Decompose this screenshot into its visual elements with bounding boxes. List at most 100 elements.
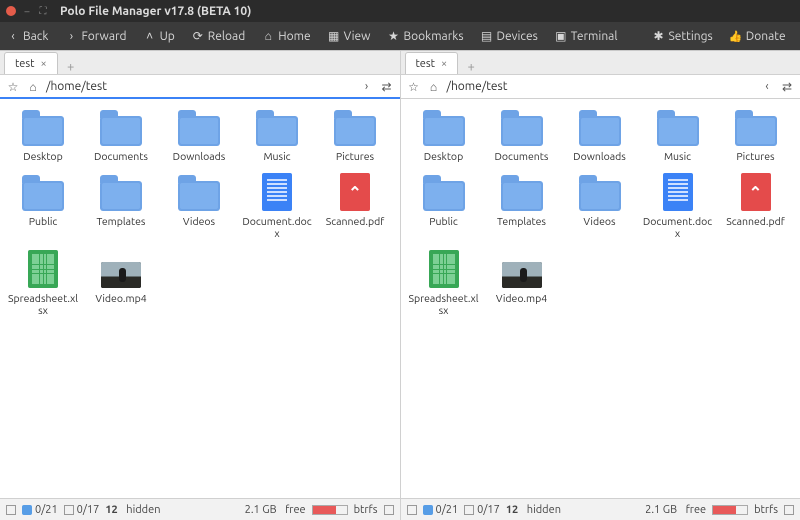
main-toolbar: ‹Back ›Forward ˄Up ⟳Reload ⌂Home ▦View ★… xyxy=(0,22,800,50)
chevron-up-icon: ˄ xyxy=(145,29,155,43)
selection-count: 0/21 xyxy=(436,504,459,516)
pane-right[interactable]: Desktop Documents DownloadsMusicPictures Pu… xyxy=(401,99,800,498)
file-item[interactable]: Downloads xyxy=(164,110,234,162)
swap-panes-icon[interactable]: ⇄ xyxy=(780,80,794,94)
disk-usage-gauge xyxy=(712,505,748,515)
path-input-left[interactable]: /home/test xyxy=(46,80,354,93)
file-label: Templates xyxy=(97,215,146,227)
folder-icon xyxy=(578,175,622,211)
folder-icon xyxy=(255,110,299,146)
file-label: Documents xyxy=(495,150,549,162)
file-item[interactable]: Templates xyxy=(487,175,557,239)
new-tab-button-left[interactable]: + xyxy=(60,60,82,74)
close-icon[interactable]: × xyxy=(40,58,46,70)
home-path-icon[interactable]: ⌂ xyxy=(427,80,441,94)
window-maximize-button[interactable]: ⛶ xyxy=(38,6,48,16)
docx-icon xyxy=(656,175,700,211)
status-bar-left: 0/21 0/17 12 hidden 2.1 GB free btrfs xyxy=(0,499,401,520)
folder-chip-icon xyxy=(423,505,433,515)
tabstrip-right: test × + xyxy=(401,51,800,74)
donate-button[interactable]: 👍Donate xyxy=(731,30,786,43)
devices-button[interactable]: ▤Devices xyxy=(482,29,538,43)
go-icon[interactable]: › xyxy=(360,80,374,93)
folder-icon xyxy=(422,175,466,211)
file-item[interactable]: ⌃Scanned.pdf xyxy=(320,175,390,239)
folder-icon xyxy=(21,110,65,146)
file-item[interactable]: Public xyxy=(409,175,479,239)
folder-icon xyxy=(578,110,622,146)
file-label: Music xyxy=(263,150,290,162)
back-button[interactable]: ‹Back xyxy=(8,30,48,43)
checkbox-icon[interactable] xyxy=(784,505,794,515)
disk-usage-gauge xyxy=(312,505,348,515)
settings-button[interactable]: ✱Settings xyxy=(654,29,713,43)
file-item[interactable]: Desktop xyxy=(8,110,78,162)
file-item[interactable]: Pictures xyxy=(320,110,390,162)
home-button[interactable]: ⌂Home xyxy=(263,29,310,43)
up-button[interactable]: ˄Up xyxy=(145,29,175,43)
home-path-icon[interactable]: ⌂ xyxy=(26,80,40,94)
checkbox-icon[interactable] xyxy=(384,505,394,515)
file-label: Documents xyxy=(94,150,148,162)
file-item[interactable]: Documents xyxy=(86,110,156,162)
terminal-button[interactable]: ▣Terminal xyxy=(556,29,618,43)
chevron-left-icon: ‹ xyxy=(8,30,18,43)
terminal-icon: ▣ xyxy=(556,29,566,43)
status-bar-right: 0/21 0/17 12 hidden 2.1 GB free btrfs xyxy=(401,499,800,520)
dual-pane: DesktopDocumentsDownloadsMusicPicturesPu… xyxy=(0,99,800,498)
file-item[interactable]: Document.docx xyxy=(242,175,312,239)
file-chip-icon xyxy=(64,505,74,515)
file-label: Document.docx xyxy=(643,215,713,239)
reload-icon: ⟳ xyxy=(193,29,203,43)
file-item[interactable]: Public xyxy=(8,175,78,239)
new-tab-button-right[interactable]: + xyxy=(460,60,482,74)
file-item[interactable]: Videos xyxy=(565,175,635,239)
window-minimize-button[interactable]: – xyxy=(22,6,32,16)
view-button[interactable]: ▦View xyxy=(329,29,371,43)
checkbox-icon[interactable] xyxy=(407,505,417,515)
file-item[interactable]: Document.docx xyxy=(643,175,713,239)
file-item[interactable]: Music xyxy=(242,110,312,162)
tab-right-active[interactable]: test × xyxy=(405,52,459,74)
file-label: Pictures xyxy=(336,150,374,162)
file-item[interactable]: Templates xyxy=(86,175,156,239)
close-icon[interactable]: × xyxy=(441,58,447,70)
file-item[interactable]: Desktop xyxy=(409,110,479,162)
file-label: Spreadsheet.xlsx xyxy=(409,292,479,316)
file-item[interactable]: Video.mp4 xyxy=(86,252,156,316)
file-item[interactable]: Documents xyxy=(487,110,557,162)
file-item[interactable]: Pictures xyxy=(721,110,791,162)
file-label: Spreadsheet.xlsx xyxy=(8,292,78,316)
file-label: Templates xyxy=(497,215,546,227)
window-close-button[interactable] xyxy=(6,6,16,16)
tab-left-active[interactable]: test × xyxy=(4,52,58,74)
bookmark-toggle-icon[interactable]: ☆ xyxy=(407,80,421,94)
swap-panes-icon[interactable]: ⇄ xyxy=(380,80,394,94)
bookmark-toggle-icon[interactable]: ☆ xyxy=(6,80,20,94)
file-item[interactable]: Spreadsheet.xlsx xyxy=(409,252,479,316)
back-small-icon[interactable]: ‹ xyxy=(760,80,774,93)
folder-icon xyxy=(21,175,65,211)
tab-label: test xyxy=(15,58,34,70)
file-label: Videos xyxy=(583,215,615,227)
file-label: Desktop xyxy=(23,150,62,162)
star-icon: ★ xyxy=(388,29,398,43)
file-item[interactable]: Videos xyxy=(164,175,234,239)
bookmarks-button[interactable]: ★Bookmarks xyxy=(388,29,463,43)
path-input-right[interactable]: /home/test xyxy=(447,80,755,93)
xlsx-icon xyxy=(422,252,466,288)
file-item[interactable]: Music xyxy=(643,110,713,162)
pane-left[interactable]: Desktop Documents Downloads Music Pictures Pu… xyxy=(0,99,401,498)
forward-button[interactable]: ›Forward xyxy=(66,30,126,43)
file-item[interactable]: Downloads xyxy=(565,110,635,162)
file-label: Video.mp4 xyxy=(95,292,146,304)
file-item[interactable]: Spreadsheet.xlsx xyxy=(8,252,78,316)
checkbox-icon[interactable] xyxy=(6,505,16,515)
file-item[interactable]: ⌃Scanned.pdf xyxy=(721,175,791,239)
file-item[interactable]: Video.mp4 xyxy=(487,252,557,316)
location-row: ☆ ⌂ /home/test › ⇄ ☆ ⌂ /home/test ‹ ⇄ xyxy=(0,75,800,99)
file-label: Video.mp4 xyxy=(496,292,547,304)
reload-button[interactable]: ⟳Reload xyxy=(193,29,245,43)
pdf-icon: ⌃ xyxy=(333,175,377,211)
tab-strip: test × + test × + xyxy=(0,51,800,75)
